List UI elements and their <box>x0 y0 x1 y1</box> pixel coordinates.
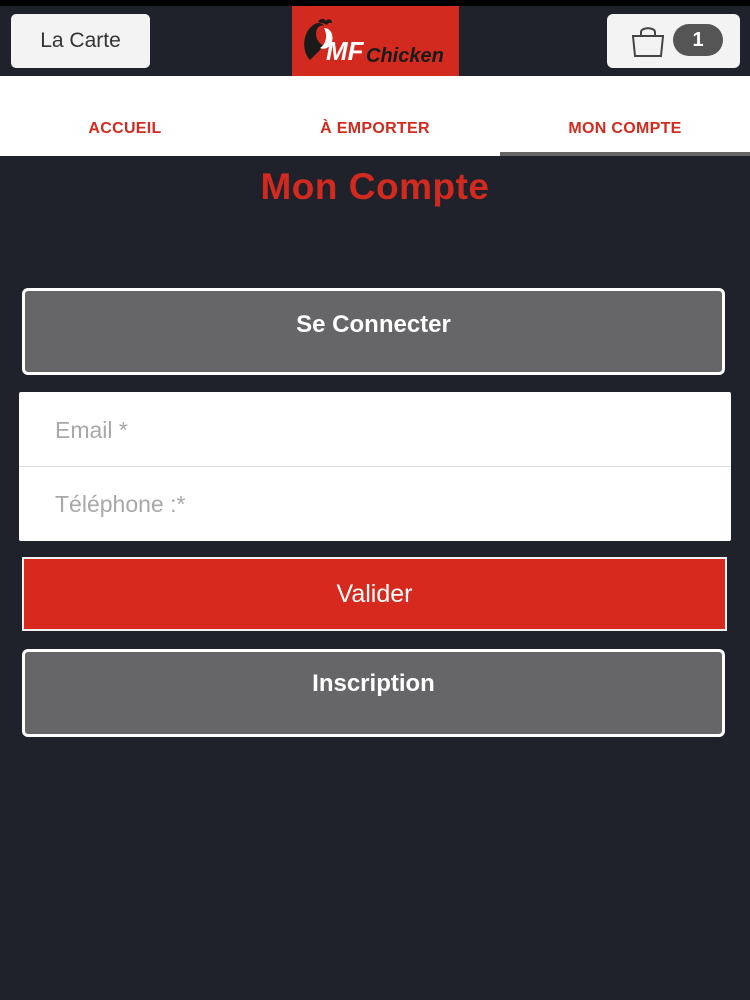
shopping-bag-icon <box>631 27 665 57</box>
login-form <box>19 392 731 541</box>
email-field[interactable] <box>19 394 731 467</box>
top-bar: La Carte MF Chicken 1 <box>0 0 750 76</box>
svg-text:Chicken: Chicken <box>366 45 444 67</box>
se-connecter-button[interactable]: Se Connecter <box>22 288 725 375</box>
tab-accueil[interactable]: ACCUEIL <box>0 120 250 156</box>
field-divider <box>19 466 731 467</box>
tab-a-emporter[interactable]: À EMPORTER <box>250 120 500 156</box>
brand-logo[interactable]: MF Chicken <box>292 6 459 76</box>
page-title: Mon Compte <box>260 166 490 207</box>
cart-button[interactable]: 1 <box>607 14 740 68</box>
active-tab-indicator <box>500 152 750 156</box>
tab-mon-compte[interactable]: MON COMPTE <box>500 120 750 156</box>
nav-bar: ACCUEIL À EMPORTER MON COMPTE <box>0 76 750 156</box>
phone-field[interactable] <box>19 468 731 541</box>
cart-count-badge: 1 <box>673 24 723 56</box>
la-carte-button[interactable]: La Carte <box>11 14 150 68</box>
inscription-button[interactable]: Inscription <box>22 649 725 737</box>
svg-text:MF: MF <box>326 36 365 66</box>
chicken-logo-icon: MF Chicken <box>303 18 444 67</box>
valider-button[interactable]: Valider <box>22 557 727 631</box>
